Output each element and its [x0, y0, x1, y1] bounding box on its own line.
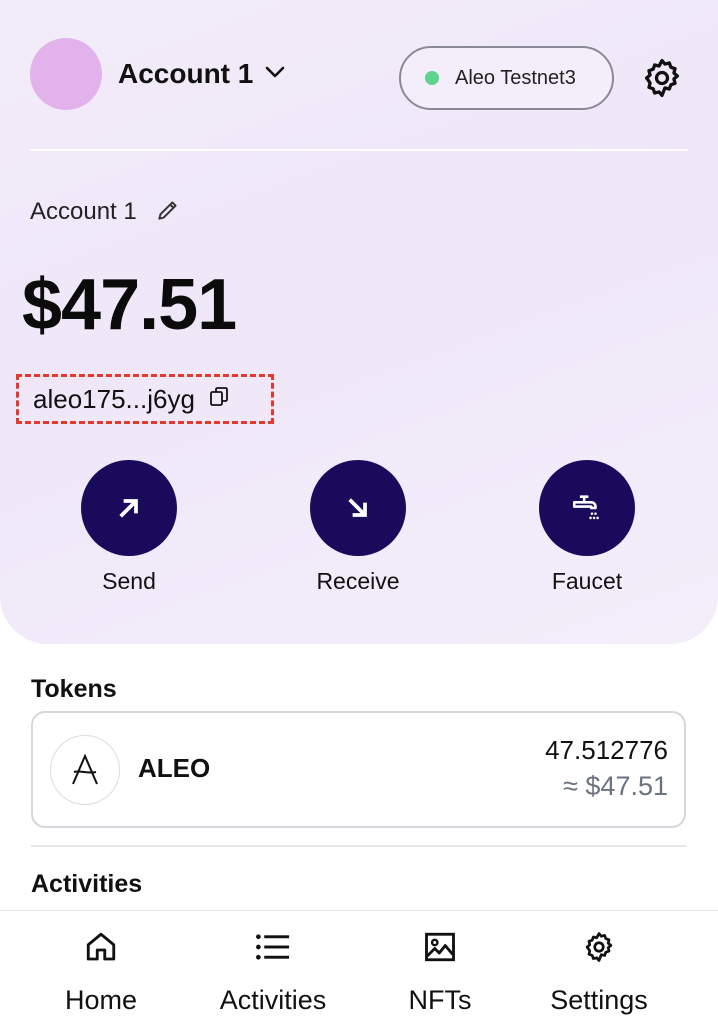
nav-settings[interactable]: Settings	[540, 927, 658, 1016]
receive-label: Receive	[316, 568, 400, 594]
activities-heading: Activities	[31, 870, 143, 898]
token-amount: 47.512776	[545, 735, 668, 765]
tokens-heading: Tokens	[31, 675, 117, 703]
send-label: Send	[102, 568, 156, 594]
account-label-row: Account 1	[30, 196, 181, 228]
avatar[interactable]	[30, 38, 102, 110]
wallet-address: aleo175...j6yg	[33, 383, 195, 414]
aleo-logo-icon	[50, 735, 120, 805]
token-symbol: ALEO	[138, 753, 211, 783]
faucet-icon-circle	[539, 460, 635, 556]
network-selector[interactable]: Aleo Testnet3	[399, 46, 614, 110]
gear-icon[interactable]	[640, 56, 684, 100]
section-divider	[31, 845, 686, 847]
account-label: Account 1	[30, 198, 137, 225]
header-divider	[30, 149, 688, 151]
receive-icon-circle	[310, 460, 406, 556]
image-icon	[420, 927, 460, 967]
faucet-icon	[572, 495, 599, 520]
faucet-label: Faucet	[551, 568, 623, 594]
arrow-up-right-icon	[119, 499, 138, 518]
network-label: Aleo Testnet3	[455, 66, 576, 89]
list-icon	[253, 927, 293, 967]
nav-activities-label: Activities	[219, 985, 327, 1015]
address-display[interactable]: aleo175...j6yg	[16, 374, 274, 424]
nav-activities[interactable]: Activities	[208, 927, 338, 1016]
token-row[interactable]: ALEO 47.512776 ≈ $47.51	[31, 711, 686, 828]
total-balance: $47.51	[22, 265, 237, 345]
nav-home[interactable]: Home	[61, 927, 141, 1016]
nav-nfts-label: NFTs	[408, 985, 472, 1015]
faucet-button[interactable]: Faucet	[517, 460, 657, 595]
arrow-down-right-icon	[348, 498, 367, 517]
account-switcher[interactable]: Account 1	[118, 56, 285, 92]
gear-icon	[579, 927, 619, 967]
home-icon	[81, 927, 121, 967]
send-button[interactable]: Send	[59, 460, 199, 595]
pencil-icon[interactable]	[155, 197, 181, 228]
chevron-down-icon	[265, 65, 285, 84]
network-status-dot	[425, 71, 439, 85]
bottom-nav: Home Activities NFTs Settings	[0, 910, 718, 1028]
nav-nfts[interactable]: NFTs	[400, 927, 480, 1016]
send-icon-circle	[81, 460, 177, 556]
receive-button[interactable]: Receive	[288, 460, 428, 595]
account-name: Account 1	[118, 58, 254, 89]
nav-settings-label: Settings	[550, 985, 648, 1015]
nav-home-label: Home	[64, 985, 138, 1015]
copy-icon[interactable]	[209, 386, 229, 413]
token-usd-value: ≈ $47.51	[563, 771, 668, 801]
